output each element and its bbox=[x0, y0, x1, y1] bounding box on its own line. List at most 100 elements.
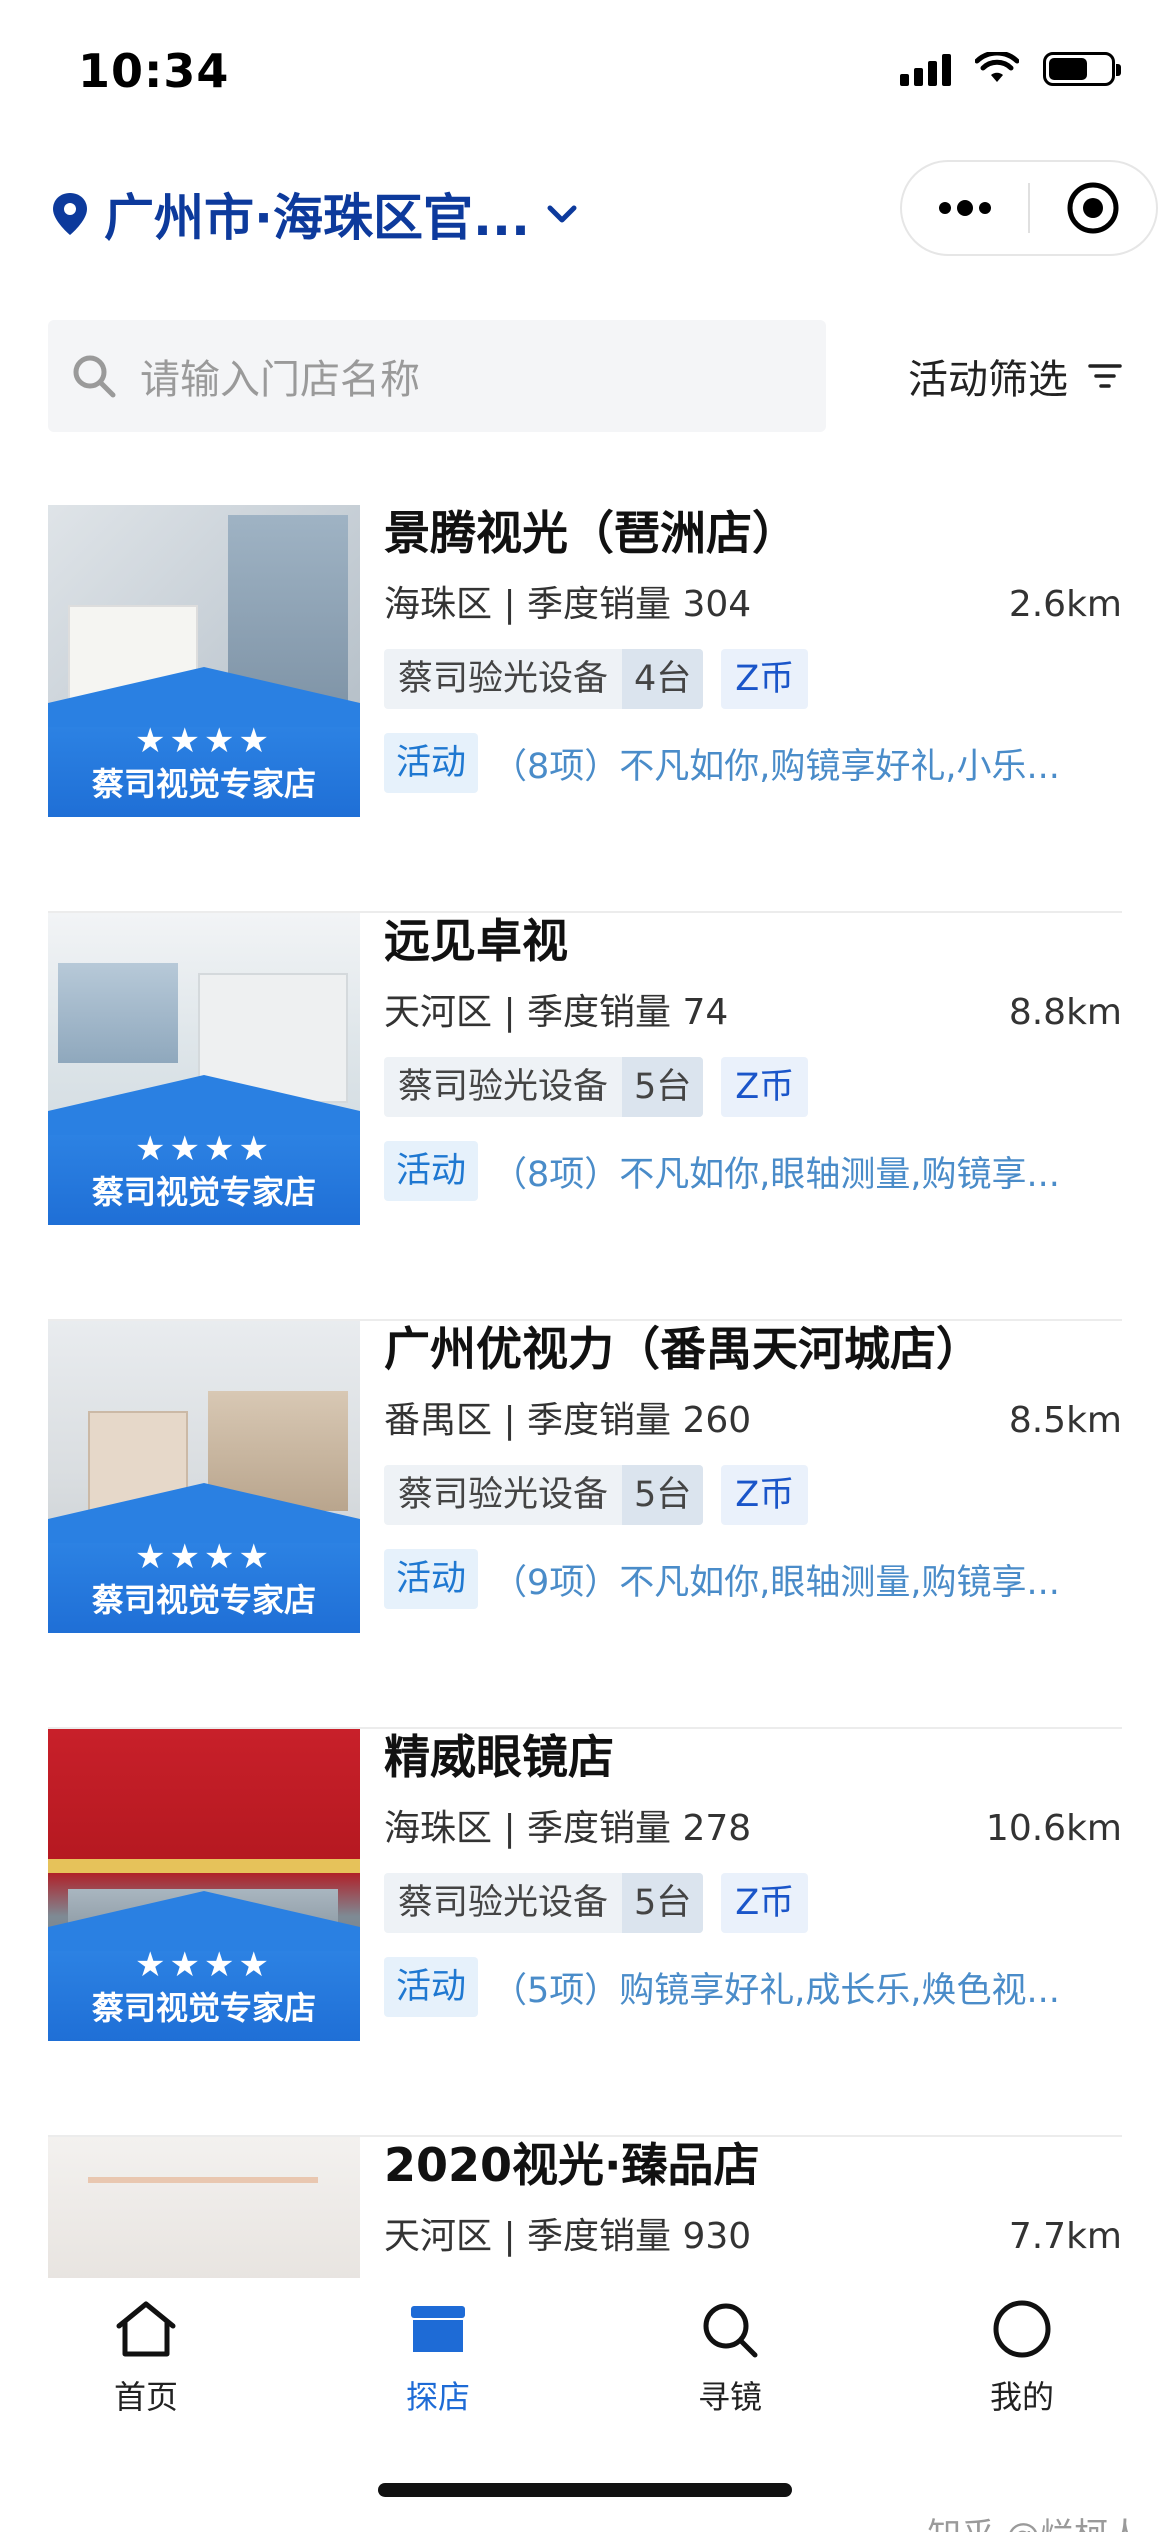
z-coin-tag: Z币 bbox=[721, 1057, 809, 1117]
tab-profile[interactable]: 我的 bbox=[922, 2298, 1122, 2418]
store-card[interactable]: ★★★★ 蔡司视觉专家店 远见卓视 天河区 | 季度销量 74 8.8km 蔡司… bbox=[48, 913, 1122, 1321]
store-name: 远见卓视 bbox=[384, 914, 568, 968]
mini-program-capsule bbox=[900, 160, 1158, 256]
status-bar: 10:34 bbox=[0, 0, 1170, 150]
tab-find-glasses[interactable]: 寻镜 bbox=[630, 2298, 830, 2418]
device-tag: 蔡司验光设备 4台 bbox=[384, 649, 704, 709]
target-icon bbox=[1067, 182, 1119, 234]
store-info: 广州优视力（番禺天河城店） 番禺区 | 季度销量 260 8.5km 蔡司验光设… bbox=[384, 1321, 1122, 1609]
store-meta: 天河区 | 季度销量 930 7.7km bbox=[384, 2215, 1122, 2259]
store-icon bbox=[411, 2306, 465, 2352]
store-name: 2020视光·臻品店 bbox=[384, 2138, 760, 2192]
store-info: 精威眼镜店 海珠区 | 季度销量 278 10.6km 蔡司验光设备 5台 Z币… bbox=[384, 1729, 1122, 2017]
device-count: 4台 bbox=[622, 649, 704, 709]
activity-text: （5项）购镜享好礼,成长乐,焕色视... bbox=[492, 1970, 1060, 2011]
search-icon bbox=[73, 355, 116, 398]
store-meta: 海珠区 | 季度销量 304 2.6km bbox=[384, 583, 1122, 627]
activity-row[interactable]: 活动 （8项）不凡如你,购镜享好礼,小乐... bbox=[384, 733, 1122, 793]
z-coin-tag: Z币 bbox=[721, 649, 809, 709]
z-coin-tag: Z币 bbox=[721, 1873, 809, 1933]
activity-text: （9项）不凡如你,眼轴测量,购镜享... bbox=[492, 1562, 1060, 1603]
activity-text: （8项）不凡如你,购镜享好礼,小乐... bbox=[492, 746, 1060, 787]
device-count: 5台 bbox=[622, 1465, 704, 1525]
distance: 8.8km bbox=[1008, 992, 1122, 1033]
profile-circle-icon bbox=[993, 2300, 1051, 2358]
district-sales: 天河区 | 季度销量 74 bbox=[384, 992, 729, 1033]
badge-label: 蔡司视觉专家店 bbox=[91, 1581, 316, 1619]
z-coin-tag: Z币 bbox=[721, 1465, 809, 1525]
activity-row[interactable]: 活动 （5项）购镜享好礼,成长乐,焕色视... bbox=[384, 1957, 1122, 2017]
store-meta: 海珠区 | 季度销量 278 10.6km bbox=[384, 1807, 1122, 1851]
store-name: 景腾视光（琶洲店） bbox=[384, 506, 798, 560]
tab-label: 我的 bbox=[989, 2378, 1054, 2416]
store-card[interactable]: ★★★★ 蔡司视觉专家店 广州优视力（番禺天河城店） 番禺区 | 季度销量 26… bbox=[48, 1321, 1122, 1729]
badge-label: 蔡司视觉专家店 bbox=[91, 1173, 316, 1211]
distance: 10.6km bbox=[985, 1808, 1122, 1849]
activity-row[interactable]: 活动 （9项）不凡如你,眼轴测量,购镜享... bbox=[384, 1549, 1122, 1609]
district-sales: 海珠区 | 季度销量 278 bbox=[384, 1808, 752, 1849]
distance: 2.6km bbox=[1008, 584, 1122, 625]
activity-row[interactable]: 活动 （8项）不凡如你,眼轴测量,购镜享... bbox=[384, 1141, 1122, 1201]
store-thumbnail: ★★★★ 蔡司视觉专家店 bbox=[48, 913, 360, 1225]
store-tags: 蔡司验光设备 5台 Z币 bbox=[384, 1873, 1122, 1933]
store-card[interactable]: ★★★★ 蔡司视觉专家店 精威眼镜店 海珠区 | 季度销量 278 10.6km… bbox=[48, 1729, 1122, 2137]
badge-stars: ★★★★ bbox=[135, 1945, 273, 1985]
activity-filter-button[interactable]: 活动筛选 bbox=[908, 320, 1122, 432]
badge-label: 蔡司视觉专家店 bbox=[91, 765, 316, 803]
cellular-signal-icon bbox=[900, 52, 951, 86]
activity-tag: 活动 bbox=[384, 1957, 479, 2017]
watermark: 知乎 @烂柯人 bbox=[927, 2508, 1142, 2532]
search-icon bbox=[703, 2303, 758, 2358]
device-tag: 蔡司验光设备 5台 bbox=[384, 1465, 704, 1525]
tab-explore-store[interactable]: 探店 bbox=[338, 2298, 538, 2418]
device-tag: 蔡司验光设备 5台 bbox=[384, 1873, 704, 1933]
store-card[interactable]: 2020视光·臻品店 天河区 | 季度销量 930 7.7km bbox=[48, 2137, 1122, 2280]
store-info: 2020视光·臻品店 天河区 | 季度销量 930 7.7km bbox=[384, 2137, 1122, 2259]
store-meta: 天河区 | 季度销量 74 8.8km bbox=[384, 991, 1122, 1035]
bottom-tab-bar: 首页 探店 寻镜 我的 知乎 @烂柯人 bbox=[0, 2278, 1170, 2532]
device-label: 蔡司验光设备 bbox=[398, 1883, 609, 1923]
home-icon bbox=[116, 2301, 176, 2357]
distance: 7.7km bbox=[1008, 2216, 1122, 2257]
store-list: ★★★★ 蔡司视觉专家店 景腾视光（琶洲店） 海珠区 | 季度销量 304 2.… bbox=[48, 505, 1122, 2280]
store-tags: 蔡司验光设备 4台 Z币 bbox=[384, 649, 1122, 709]
store-thumbnail: ★★★★ 蔡司视觉专家店 bbox=[48, 505, 360, 817]
store-thumbnail bbox=[48, 2137, 360, 2280]
device-label: 蔡司验光设备 bbox=[398, 659, 609, 699]
district-sales: 番禺区 | 季度销量 260 bbox=[384, 1400, 752, 1441]
header: 广州市·海珠区官... bbox=[0, 150, 1170, 270]
location-selector[interactable]: 广州市·海珠区官... bbox=[50, 178, 580, 250]
close-mini-program-button[interactable] bbox=[1030, 162, 1156, 254]
device-label: 蔡司验光设备 bbox=[398, 1475, 609, 1515]
store-search-input[interactable]: 请输入门店名称 bbox=[48, 320, 826, 432]
location-text: 广州市·海珠区官... bbox=[104, 189, 530, 247]
store-thumbnail: ★★★★ 蔡司视觉专家店 bbox=[48, 1321, 360, 1633]
store-name: 精威眼镜店 bbox=[384, 1730, 614, 1784]
activity-tag: 活动 bbox=[384, 1549, 479, 1609]
district-sales: 海珠区 | 季度销量 304 bbox=[384, 584, 752, 625]
tab-label: 探店 bbox=[405, 2378, 470, 2416]
badge-label: 蔡司视觉专家店 bbox=[91, 1989, 316, 2027]
badge-stars: ★★★★ bbox=[135, 721, 273, 761]
distance: 8.5km bbox=[1008, 1400, 1122, 1441]
store-tags: 蔡司验光设备 5台 Z币 bbox=[384, 1057, 1122, 1117]
filter-icon bbox=[1088, 364, 1122, 388]
more-button[interactable] bbox=[902, 162, 1028, 254]
store-card[interactable]: ★★★★ 蔡司视觉专家店 景腾视光（琶洲店） 海珠区 | 季度销量 304 2.… bbox=[48, 505, 1122, 913]
tab-label: 寻镜 bbox=[697, 2378, 762, 2416]
search-placeholder: 请输入门店名称 bbox=[140, 357, 420, 403]
store-thumbnail: ★★★★ 蔡司视觉专家店 bbox=[48, 1729, 360, 2041]
status-time: 10:34 bbox=[78, 44, 230, 98]
store-meta: 番禺区 | 季度销量 260 8.5km bbox=[384, 1399, 1122, 1443]
activity-text: （8项）不凡如你,眼轴测量,购镜享... bbox=[492, 1154, 1060, 1195]
tab-home[interactable]: 首页 bbox=[46, 2298, 246, 2418]
activity-tag: 活动 bbox=[384, 1141, 479, 1201]
device-count: 5台 bbox=[622, 1057, 704, 1117]
store-info: 景腾视光（琶洲店） 海珠区 | 季度销量 304 2.6km 蔡司验光设备 4台… bbox=[384, 505, 1122, 793]
device-tag: 蔡司验光设备 5台 bbox=[384, 1057, 704, 1117]
store-tags: 蔡司验光设备 5台 Z币 bbox=[384, 1465, 1122, 1525]
district-sales: 天河区 | 季度销量 930 bbox=[384, 2216, 752, 2257]
home-indicator bbox=[378, 2483, 792, 2497]
wifi-icon bbox=[975, 52, 1019, 82]
device-label: 蔡司验光设备 bbox=[398, 1067, 609, 1107]
